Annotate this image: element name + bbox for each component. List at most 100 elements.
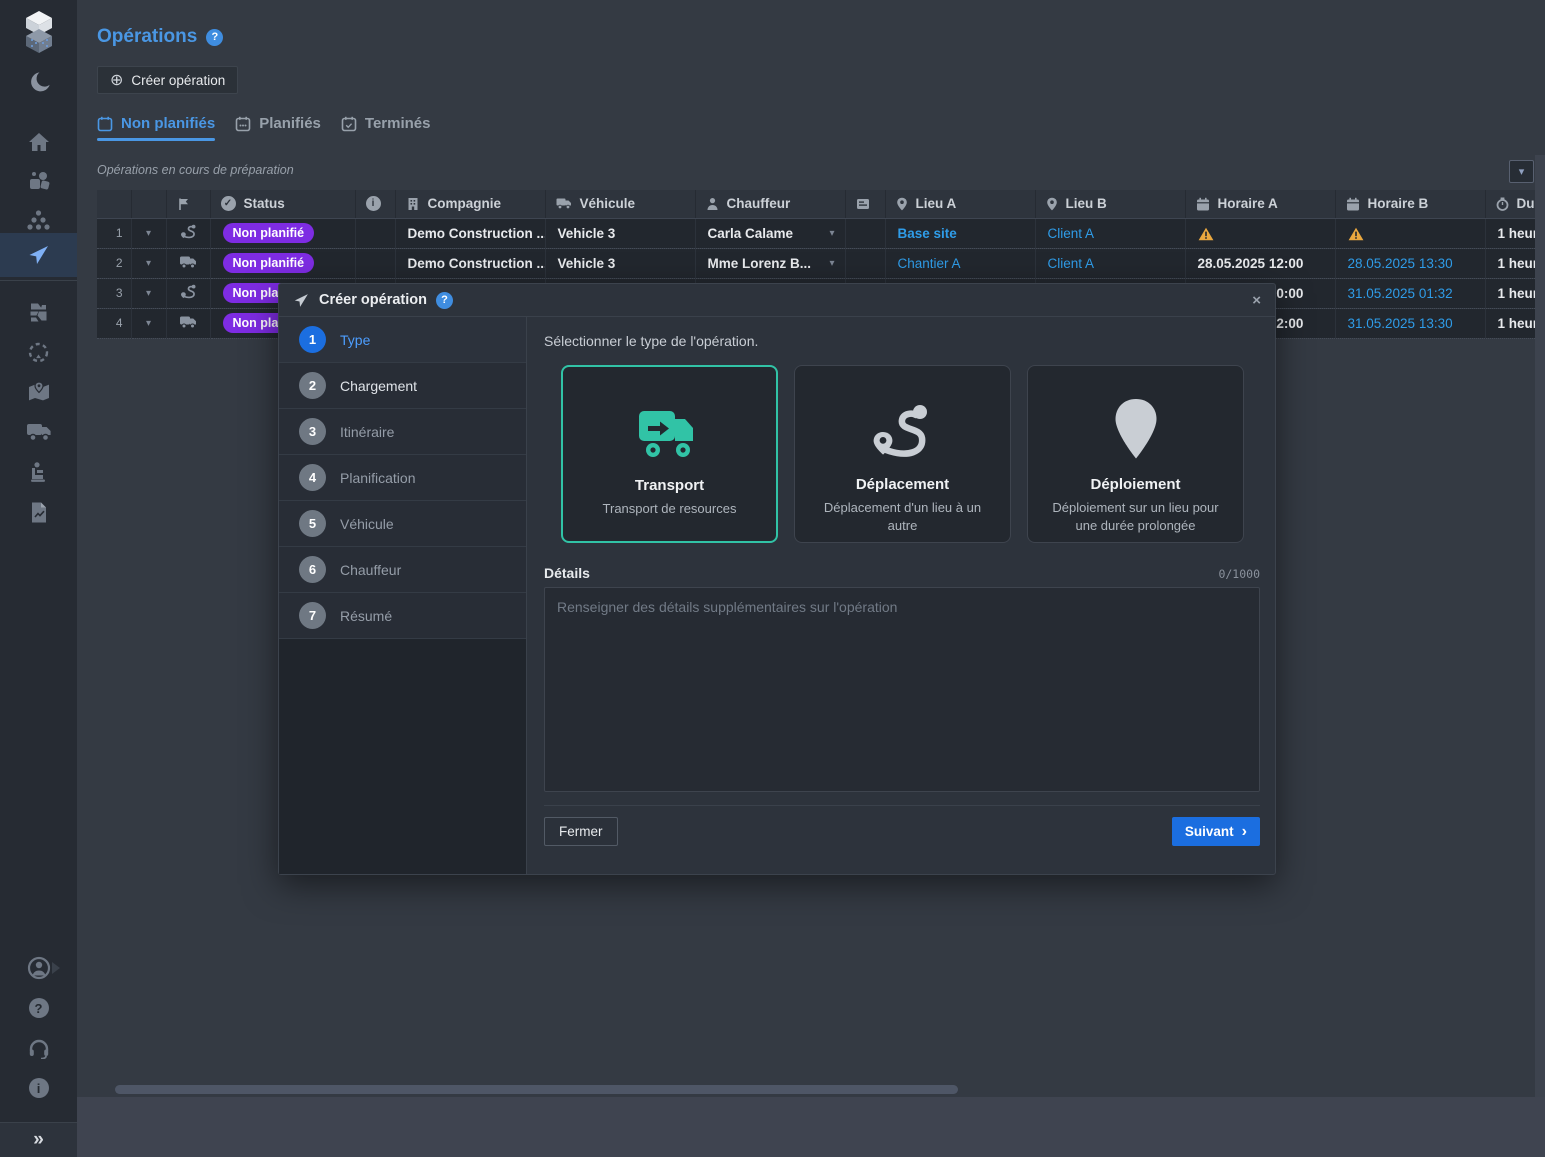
table-menu-dropdown[interactable]: ▾: [1509, 160, 1534, 183]
lieu-b-cell[interactable]: Client A: [1035, 248, 1185, 278]
transport-truck-icon: [637, 395, 703, 461]
tab-label: Planifiés: [259, 115, 321, 132]
col-vehicule[interactable]: Véhicule: [545, 190, 695, 218]
page-title-text: Opérations: [97, 26, 197, 48]
col-chauffeur[interactable]: Chauffeur: [695, 190, 845, 218]
status-badge: Non planifié: [223, 223, 315, 243]
horizontal-scrollbar[interactable]: [115, 1085, 958, 1094]
table-row[interactable]: 2 ▾ Non planifié Demo Construction ... V…: [97, 248, 1535, 278]
tab-termines[interactable]: Terminés: [341, 115, 431, 141]
chauffeur-cell[interactable]: Carla Calame▾: [695, 218, 845, 248]
info-icon: i: [366, 196, 381, 211]
compagnie-cell: Demo Construction ...: [395, 248, 545, 278]
plus-circle-icon: ⊕: [110, 70, 123, 90]
sidebar-item-reports[interactable]: [0, 492, 77, 532]
lieu-b-cell[interactable]: Client A: [1035, 218, 1185, 248]
type-route-icon: [166, 218, 210, 248]
col-status[interactable]: ✓Status: [210, 190, 355, 218]
horaire-a-cell: [1185, 218, 1335, 248]
row-expand-caret[interactable]: ▾: [131, 218, 166, 248]
step-resume[interactable]: 7 Résumé: [279, 593, 526, 639]
vehicule-cell[interactable]: Vehicle 3: [545, 218, 695, 248]
caret-down-icon: ▾: [829, 258, 834, 269]
sidebar-item-vehicles[interactable]: [0, 412, 77, 452]
details-label: Détails: [544, 565, 590, 581]
sidebar-item-profile[interactable]: [0, 948, 77, 988]
lieu-a-cell[interactable]: Base site: [885, 218, 1035, 248]
sidebar-expand-button[interactable]: »: [0, 1123, 77, 1157]
col-duree[interactable]: Durée: [1485, 190, 1535, 218]
modal-help-icon[interactable]: ?: [436, 292, 453, 309]
sidebar-item-help[interactable]: ?: [0, 988, 77, 1028]
status-cell: Non planifié: [210, 248, 355, 278]
navigation-arrow-icon: [293, 292, 310, 309]
row-expand-caret[interactable]: ▾: [131, 248, 166, 278]
sidebar-item-about[interactable]: i: [0, 1068, 77, 1108]
sidebar-item-drivers[interactable]: [0, 452, 77, 492]
driver-icon: [706, 197, 719, 211]
step-chargement[interactable]: 2 Chargement: [279, 363, 526, 409]
table-row[interactable]: 1 ▾ Non planifié Demo Construction ... V…: [97, 218, 1535, 248]
sidebar-item-resources[interactable]: [0, 161, 77, 201]
page-help-icon[interactable]: ?: [206, 29, 223, 46]
step-itineraire[interactable]: 3 Itinéraire: [279, 409, 526, 455]
lieu-a-cell[interactable]: Chantier A: [885, 248, 1035, 278]
card-transport[interactable]: Transport Transport de resources: [561, 365, 778, 543]
app-logo[interactable]: [0, 8, 77, 56]
sidebar-item-operations[interactable]: [0, 233, 77, 277]
chauffeur-cell[interactable]: Mme Lorenz B...▾: [695, 248, 845, 278]
col-lieu-b[interactable]: Lieu B: [1035, 190, 1185, 218]
sidebar-item-map[interactable]: [0, 372, 77, 412]
card-deploiement[interactable]: Déploiement Déploiement sur un lieu pour…: [1027, 365, 1244, 543]
calendar-icon: [1346, 197, 1360, 211]
create-operation-button[interactable]: ⊕ Créer opération: [97, 66, 238, 94]
type-cards: Transport Transport de resources Déplace…: [561, 365, 1260, 543]
sidebar-item-home[interactable]: [0, 122, 77, 162]
col-note[interactable]: [845, 190, 885, 218]
step-planification[interactable]: 4 Planification: [279, 455, 526, 501]
info-icon: i: [29, 1078, 49, 1098]
tab-planifies[interactable]: Planifiés: [235, 115, 321, 141]
calendar-check-icon: [341, 116, 357, 132]
col-horaire-a[interactable]: Horaire A: [1185, 190, 1335, 218]
sidebar-item-zones[interactable]: [0, 332, 77, 372]
step-type[interactable]: 1 Type: [279, 317, 526, 363]
tab-non-planifies[interactable]: Non planifiés: [97, 115, 215, 141]
vertical-scroll-track[interactable]: [1535, 155, 1545, 1097]
col-lieu-a[interactable]: Lieu A: [885, 190, 1035, 218]
caret-down-icon: ▾: [829, 228, 834, 239]
status-badge: Non planifié: [223, 253, 315, 273]
duree-cell: 1 heure: [1485, 218, 1535, 248]
row-expand-caret[interactable]: ▾: [131, 308, 166, 338]
col-horaire-b[interactable]: Horaire B: [1335, 190, 1485, 218]
modal-header: Créer opération ? ×: [279, 284, 1275, 317]
route-icon: [872, 394, 934, 460]
close-icon[interactable]: ×: [1252, 292, 1261, 309]
duree-cell: 1 heure: [1485, 308, 1535, 338]
chevron-right-icon: ›: [1242, 823, 1247, 841]
dark-mode-toggle[interactable]: [0, 62, 77, 102]
stopwatch-icon: [1496, 197, 1509, 211]
info-cell: [355, 218, 395, 248]
col-flag[interactable]: [166, 190, 210, 218]
step-vehicule[interactable]: 5 Véhicule: [279, 501, 526, 547]
suivant-button[interactable]: Suivant ›: [1172, 817, 1260, 846]
card-deplacement[interactable]: Déplacement Déplacement d'un lieu à un a…: [794, 365, 1011, 543]
col-compagnie[interactable]: Compagnie: [395, 190, 545, 218]
char-counter: 0/1000: [1218, 567, 1260, 581]
document-icon: [29, 501, 49, 524]
details-textarea[interactable]: [544, 587, 1260, 792]
col-row-number: [97, 190, 131, 218]
create-operation-label: Créer opération: [131, 73, 225, 88]
fermer-button[interactable]: Fermer: [544, 817, 618, 846]
col-info[interactable]: i: [355, 190, 395, 218]
packages-icon: [27, 169, 51, 193]
status-check-icon: ✓: [221, 196, 236, 211]
step-chauffeur[interactable]: 6 Chauffeur: [279, 547, 526, 593]
headset-icon: [28, 1038, 50, 1059]
row-expand-caret[interactable]: ▾: [131, 278, 166, 308]
vehicule-cell[interactable]: Vehicle 3: [545, 248, 695, 278]
sidebar-item-modules[interactable]: [0, 292, 77, 332]
sidebar-item-support[interactable]: [0, 1028, 77, 1068]
modal-body: 1 Type 2 Chargement 3 Itinéraire 4 Plani…: [279, 317, 1275, 874]
